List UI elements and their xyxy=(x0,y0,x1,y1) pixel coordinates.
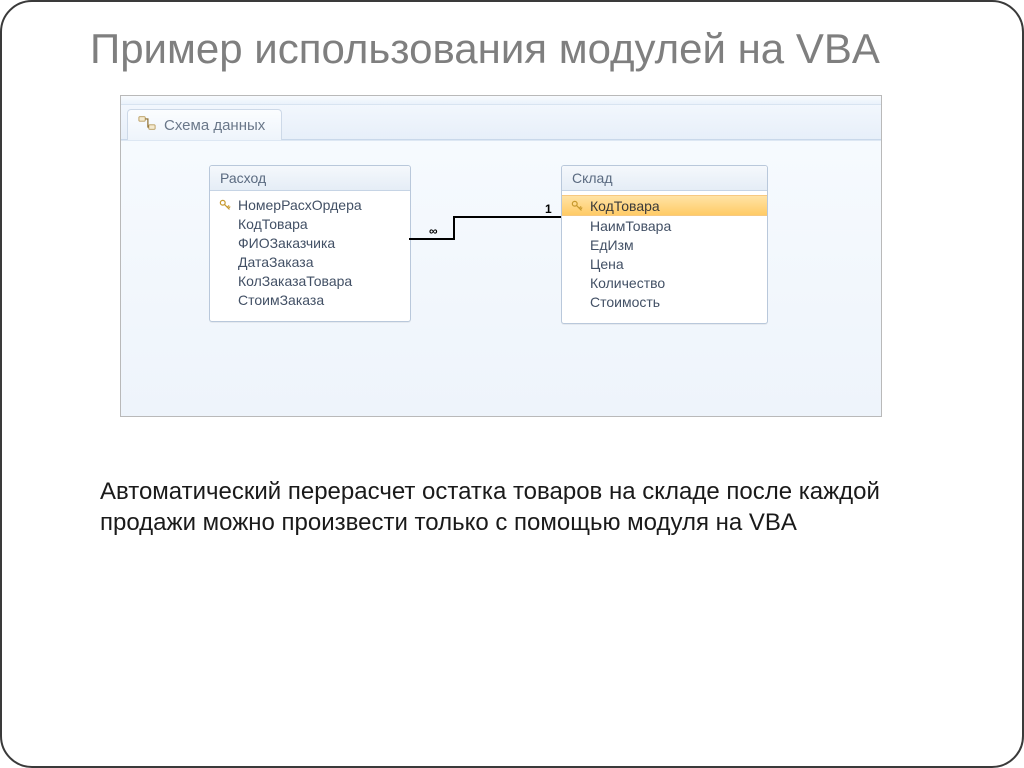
field-label: СтоимЗаказа xyxy=(238,292,324,308)
field-row[interactable]: КодТовара xyxy=(562,195,767,216)
ribbon-gap xyxy=(121,96,881,105)
field-row[interactable]: ФИОЗаказчика xyxy=(210,233,410,252)
field-row[interactable]: КолЗаказаТовара xyxy=(210,271,410,290)
relationship-icon xyxy=(138,114,156,136)
field-label: КодТовара xyxy=(590,198,660,214)
table-header: Склад xyxy=(562,166,767,191)
cardinality-many-label: ∞ xyxy=(429,224,438,238)
field-label: ДатаЗаказа xyxy=(238,254,314,270)
relationship-canvas[interactable]: Расход НомерРасхОрдера КодТовара ФИОЗаказч… xyxy=(121,140,881,417)
field-label: ЕдИзм xyxy=(590,237,634,253)
cardinality-one-label: 1 xyxy=(545,202,552,216)
field-label: ФИОЗаказчика xyxy=(238,235,335,251)
field-list: КодТовара НаимТовара ЕдИзм Цена Количество Ст… xyxy=(562,191,767,323)
field-row[interactable]: НаимТовара xyxy=(562,216,767,235)
tab-bar: Схема данных xyxy=(121,105,881,140)
field-row[interactable]: Количество xyxy=(562,273,767,292)
key-icon xyxy=(570,200,584,212)
field-list: НомерРасхОрдера КодТовара ФИОЗаказчика Дата… xyxy=(210,191,410,321)
slide-body-text: Автоматический перерасчет остатка товаро… xyxy=(100,477,924,538)
field-row[interactable]: ДатаЗаказа xyxy=(210,252,410,271)
field-label: Количество xyxy=(590,275,665,291)
field-row[interactable]: КодТовара xyxy=(210,214,410,233)
field-row[interactable]: ЕдИзм xyxy=(562,235,767,254)
table-header: Расход xyxy=(210,166,410,191)
screenshot-access: Схема данных Расход НомерРасхОрдера КодТо… xyxy=(120,95,882,417)
field-label: Стоимость xyxy=(590,294,660,310)
table-sklad[interactable]: Склад КодТовара НаимТовара ЕдИзм Цена Количе… xyxy=(561,165,768,324)
field-label: НомерРасхОрдера xyxy=(238,197,362,213)
field-label: КодТовара xyxy=(238,216,308,232)
relationship-line[interactable]: ∞ 1 xyxy=(409,216,561,246)
field-row[interactable]: СтоимЗаказа xyxy=(210,290,410,309)
field-label: Цена xyxy=(590,256,624,272)
slide: Пример использования модулей на VBA Схем… xyxy=(0,0,1024,768)
field-row[interactable]: НомерРасхОрдера xyxy=(210,195,410,214)
tab-label: Схема данных xyxy=(164,117,265,134)
table-rashod[interactable]: Расход НомерРасхОрдера КодТовара ФИОЗаказч… xyxy=(209,165,411,322)
field-row[interactable]: Стоимость xyxy=(562,292,767,311)
tab-schema[interactable]: Схема данных xyxy=(127,109,282,140)
slide-title: Пример использования модулей на VBA xyxy=(90,26,970,71)
field-label: КолЗаказаТовара xyxy=(238,273,352,289)
field-label: НаимТовара xyxy=(590,218,671,234)
key-icon xyxy=(218,199,232,211)
field-row[interactable]: Цена xyxy=(562,254,767,273)
